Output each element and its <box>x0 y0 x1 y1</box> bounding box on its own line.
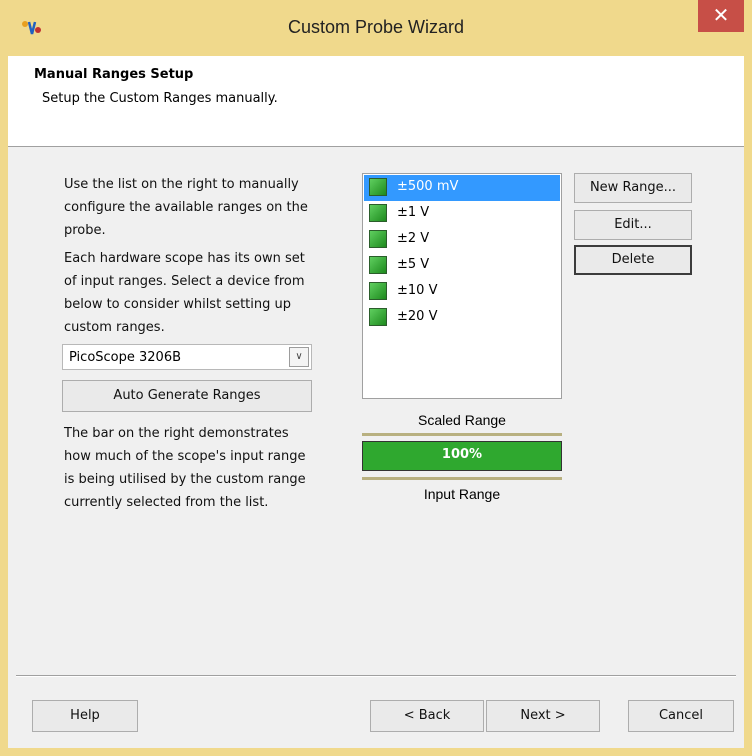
input-range-line <box>362 477 562 480</box>
instructions-text: Use the list on the right to manually co… <box>64 173 308 242</box>
device-select-value: PicoScope 3206B <box>69 350 182 365</box>
text-line: Use the list on the right to manually <box>64 177 299 192</box>
footer-divider-highlight <box>16 676 736 677</box>
scaled-range-line <box>362 433 562 436</box>
text-line: probe. <box>64 223 106 238</box>
window-title: Custom Probe Wizard <box>287 17 465 37</box>
text-line: is being utilised by the custom range <box>64 472 306 487</box>
range-swatch-icon <box>369 256 387 274</box>
cancel-button[interactable]: Cancel <box>628 700 734 732</box>
range-swatch-icon <box>369 308 387 326</box>
back-button[interactable]: < Back <box>370 700 484 732</box>
chevron-down-icon[interactable]: ∨ <box>289 347 309 367</box>
wizard-window: Custom Probe Wizard ✕ Manual Ranges Setu… <box>0 0 752 756</box>
wizard-client: Manual Ranges Setup Setup the Custom Ran… <box>8 56 744 748</box>
scaled-range-label: Scaled Range <box>418 412 506 428</box>
utilisation-percent: 100% <box>441 447 483 462</box>
text-line: The bar on the right demonstrates <box>64 426 289 441</box>
ranges-list[interactable]: ±500 mV ±1 V ±2 V ±5 V ±10 V ±20 V <box>362 173 562 399</box>
text-line: configure the available ranges on the <box>64 200 308 215</box>
range-swatch-icon <box>369 230 387 248</box>
device-description-text: Each hardware scope has its own set of i… <box>64 247 305 339</box>
list-item[interactable]: ±500 mV <box>364 175 560 201</box>
next-button[interactable]: Next > <box>486 700 600 732</box>
new-range-button[interactable]: New Range... <box>574 173 692 203</box>
list-item[interactable]: ±2 V <box>364 227 560 253</box>
page-title: Manual Ranges Setup <box>34 67 194 82</box>
range-label: ±1 V <box>397 205 430 220</box>
range-label: ±20 V <box>397 309 438 324</box>
auto-generate-ranges-button[interactable]: Auto Generate Ranges <box>62 380 312 412</box>
range-label: ±5 V <box>397 257 430 272</box>
bar-description-text: The bar on the right demonstrates how mu… <box>64 422 306 514</box>
close-icon[interactable]: ✕ <box>698 0 744 32</box>
list-item[interactable]: ±5 V <box>364 253 560 279</box>
list-item[interactable]: ±20 V <box>364 305 560 331</box>
list-item[interactable]: ±10 V <box>364 279 560 305</box>
title-bar[interactable]: Custom Probe Wizard ✕ <box>0 0 752 56</box>
range-swatch-icon <box>369 204 387 222</box>
utilisation-bar: 100% <box>362 441 562 471</box>
help-button[interactable]: Help <box>32 700 138 732</box>
text-line: currently selected from the list. <box>64 495 269 510</box>
page-subtitle: Setup the Custom Ranges manually. <box>42 91 278 106</box>
edit-button[interactable]: Edit... <box>574 210 692 240</box>
range-label: ±10 V <box>397 283 438 298</box>
list-item[interactable]: ±1 V <box>364 201 560 227</box>
input-range-label: Input Range <box>423 486 501 502</box>
range-swatch-icon <box>369 178 387 196</box>
text-line: of input ranges. Select a device from <box>64 274 305 289</box>
text-line: below to consider whilst setting up <box>64 297 292 312</box>
device-select[interactable]: PicoScope 3206B ∨ <box>62 344 312 370</box>
text-line: custom ranges. <box>64 320 165 335</box>
text-line: how much of the scope's input range <box>64 449 306 464</box>
range-swatch-icon <box>369 282 387 300</box>
range-label: ±500 mV <box>397 179 459 194</box>
range-label: ±2 V <box>397 231 430 246</box>
delete-button[interactable]: Delete <box>574 245 692 275</box>
wizard-header: Manual Ranges Setup Setup the Custom Ran… <box>8 56 744 147</box>
text-line: Each hardware scope has its own set <box>64 251 305 266</box>
